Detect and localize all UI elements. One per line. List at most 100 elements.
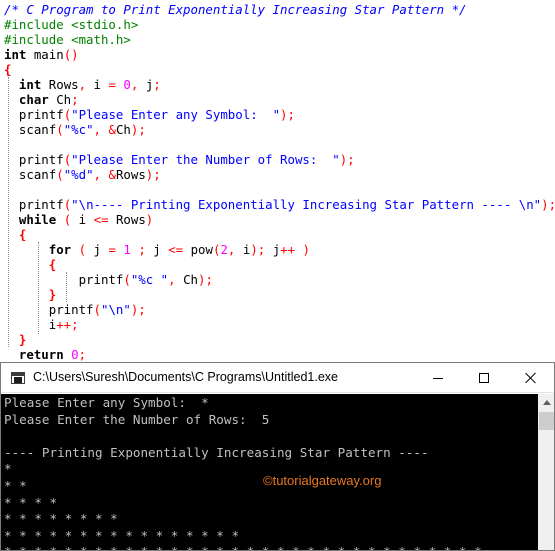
code-token: i xyxy=(71,212,94,227)
terminal-line: * * * * * * * * * * * * * * * * xyxy=(4,527,240,543)
code-token: <= xyxy=(93,212,109,227)
code-token: int xyxy=(18,77,42,92)
code-token: printf xyxy=(4,107,64,122)
terminal-output[interactable]: Please Enter any Symbol: * Please Enter t… xyxy=(1,394,538,550)
code-token: Rows xyxy=(41,77,79,92)
terminal-line: ---- Printing Exponentially Increasing S… xyxy=(4,444,429,460)
minimize-button[interactable] xyxy=(415,363,461,393)
terminal-line: * * * * xyxy=(4,494,58,510)
code-line: } xyxy=(4,287,56,302)
code-token: } xyxy=(48,287,57,302)
code-token: ); xyxy=(198,272,213,287)
code-token: ); xyxy=(541,197,555,212)
code-token: 2 xyxy=(220,242,228,257)
code-line: printf("%c ", Ch); xyxy=(4,272,213,287)
code-token: ; xyxy=(153,77,161,92)
code-line: i++; xyxy=(4,317,79,332)
code-token: printf xyxy=(4,152,64,167)
code-token: "%d" xyxy=(63,167,94,182)
code-token: printf xyxy=(4,197,64,212)
code-token: int xyxy=(4,47,27,62)
code-line: int Rows, i = 0, j; xyxy=(4,77,161,92)
code-token: ); xyxy=(145,167,161,182)
code-token: & xyxy=(108,122,116,137)
code-line: printf("Please Enter the Number of Rows:… xyxy=(4,152,355,167)
code-token: "Please Enter the Number of Rows: " xyxy=(71,152,340,167)
code-line: #include <math.h> xyxy=(4,32,131,47)
close-icon xyxy=(525,372,537,384)
code-token: char xyxy=(18,92,49,107)
code-token: Rows xyxy=(115,167,146,182)
code-token: , xyxy=(93,122,101,137)
code-line: printf("\n---- Printing Exponentially In… xyxy=(4,197,555,212)
code-line: /* C Program to Print Exponentially Incr… xyxy=(4,2,467,17)
code-token: ++ xyxy=(280,242,296,257)
code-token: () xyxy=(63,47,79,62)
code-token: i xyxy=(4,317,57,332)
vertical-scrollbar[interactable] xyxy=(538,394,554,550)
code-token: j xyxy=(138,77,154,92)
minimize-icon xyxy=(433,377,443,379)
terminal-line: * xyxy=(4,461,12,477)
terminal-line: * * * * * * * * xyxy=(4,511,118,527)
console-app-icon xyxy=(11,372,25,384)
code-line: for ( j = 1 ; j <= pow(2, i); j++ ) xyxy=(4,242,310,257)
code-line: scanf("%d", &Rows); xyxy=(4,167,161,182)
code-token: ; xyxy=(78,347,87,362)
code-token: Ch xyxy=(115,122,131,137)
code-token: printf xyxy=(4,302,94,317)
code-token: Ch xyxy=(175,272,198,287)
code-token: /* C Program to Print Exponentially Incr… xyxy=(4,2,467,17)
code-token: 1 xyxy=(123,242,131,257)
code-token: { xyxy=(48,257,57,272)
code-token: j xyxy=(145,242,169,257)
maximize-icon xyxy=(479,373,489,383)
code-token: return xyxy=(18,347,64,362)
scroll-up-arrow-icon xyxy=(542,400,551,405)
code-token: ; xyxy=(71,92,79,107)
code-token: i xyxy=(86,77,109,92)
close-button[interactable] xyxy=(508,363,554,393)
code-token: & xyxy=(108,167,116,182)
code-line: #include <stdio.h> xyxy=(4,17,138,32)
code-token: "Please Enter any Symbol: " xyxy=(71,107,281,122)
code-token: <= xyxy=(168,242,184,257)
code-token: ( xyxy=(78,242,87,257)
code-token: printf xyxy=(4,272,124,287)
code-token: 0 xyxy=(123,77,131,92)
code-token: j xyxy=(265,242,281,257)
code-token: ++; xyxy=(56,317,79,332)
code-token: ( xyxy=(56,122,64,137)
scroll-thumb[interactable] xyxy=(539,412,554,430)
code-token: ) xyxy=(145,212,154,227)
code-token: ); xyxy=(339,152,355,167)
code-token: scanf xyxy=(4,122,57,137)
code-token: while xyxy=(18,212,57,227)
code-line: int main() xyxy=(4,47,79,62)
code-line: while ( i <= Rows) xyxy=(4,212,153,227)
code-token: scanf xyxy=(4,167,57,182)
code-token: ; xyxy=(138,242,146,257)
code-line: return 0; xyxy=(4,347,86,362)
code-line: printf("Please Enter any Symbol: "); xyxy=(4,107,295,122)
scroll-up-button[interactable] xyxy=(538,394,554,411)
code-token: "%c" xyxy=(63,122,94,137)
code-token: ); xyxy=(130,302,146,317)
window-titlebar[interactable]: C:\Users\Suresh\Documents\C Programs\Unt… xyxy=(1,363,554,393)
code-token: Ch xyxy=(48,92,72,107)
code-token: ) xyxy=(302,242,311,257)
code-token: i xyxy=(235,242,251,257)
code-editor[interactable]: /* C Program to Print Exponentially Incr… xyxy=(0,0,555,362)
code-token: #include <math.h> xyxy=(4,32,131,47)
watermark-text: ©tutorialgateway.org xyxy=(263,473,382,488)
code-token: j xyxy=(86,242,109,257)
maximize-button[interactable] xyxy=(461,363,507,393)
code-token: Rows xyxy=(108,212,146,227)
